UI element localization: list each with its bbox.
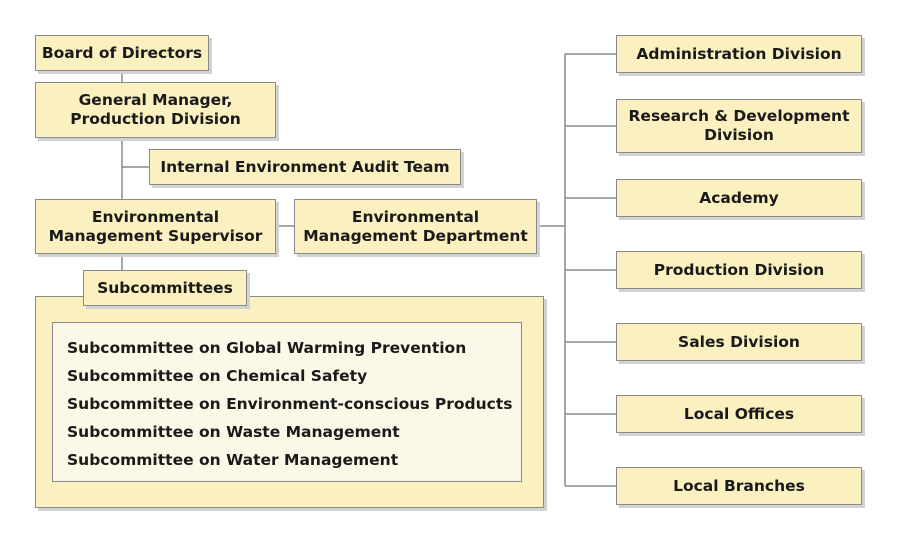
supervisor-line-2: Management Supervisor bbox=[48, 226, 263, 245]
division-rd-line-2: Division bbox=[704, 126, 774, 144]
environmental-management-supervisor-box: Environmental Management Supervisor bbox=[35, 199, 276, 254]
division-academy-label: Academy bbox=[699, 188, 779, 207]
division-rd-line-1: Research & Development bbox=[628, 107, 850, 125]
subcommittee-item: Subcommittee on Environment-conscious Pr… bbox=[67, 395, 513, 413]
general-manager-line-1: General Manager, bbox=[78, 91, 233, 109]
department-line-1: Environmental bbox=[351, 207, 480, 226]
internal-audit-team-label: Internal Environment Audit Team bbox=[160, 157, 450, 176]
division-production-label: Production Division bbox=[653, 260, 825, 279]
subcommittees-title: Subcommittees bbox=[97, 278, 233, 297]
division-academy-box: Academy bbox=[616, 179, 862, 217]
subcommittee-item: Subcommittee on Waste Management bbox=[67, 423, 400, 441]
subcommittees-list: Subcommittee on Global Warming Preventio… bbox=[52, 322, 522, 482]
subcommittee-item: Subcommittee on Chemical Safety bbox=[67, 367, 368, 385]
division-research-development-box: Research & Development Division bbox=[616, 99, 862, 153]
subcommittee-item: Subcommittee on Water Management bbox=[67, 451, 399, 469]
general-manager-box: General Manager, Production Division bbox=[35, 82, 276, 138]
environmental-management-department-box: Environmental Management Department bbox=[294, 199, 537, 254]
division-local-offices-label: Local Offices bbox=[683, 404, 795, 423]
supervisor-line-1: Environmental bbox=[91, 207, 220, 226]
division-local-offices-box: Local Offices bbox=[616, 395, 862, 433]
general-manager-line-2: Production Division bbox=[70, 110, 241, 128]
division-administration-label: Administration Division bbox=[636, 44, 842, 63]
department-line-2: Management Department bbox=[303, 226, 528, 245]
board-of-directors-box: Board of Directors bbox=[35, 35, 209, 71]
subcommittee-item: Subcommittee on Global Warming Preventio… bbox=[67, 339, 467, 357]
division-sales-box: Sales Division bbox=[616, 323, 862, 361]
division-sales-label: Sales Division bbox=[678, 332, 800, 351]
internal-audit-team-box: Internal Environment Audit Team bbox=[149, 149, 461, 185]
subcommittees-title-box: Subcommittees bbox=[83, 270, 247, 306]
division-local-branches-box: Local Branches bbox=[616, 467, 862, 505]
board-of-directors-label: Board of Directors bbox=[41, 43, 203, 62]
division-administration-box: Administration Division bbox=[616, 35, 862, 73]
division-production-box: Production Division bbox=[616, 251, 862, 289]
division-local-branches-label: Local Branches bbox=[673, 476, 805, 495]
